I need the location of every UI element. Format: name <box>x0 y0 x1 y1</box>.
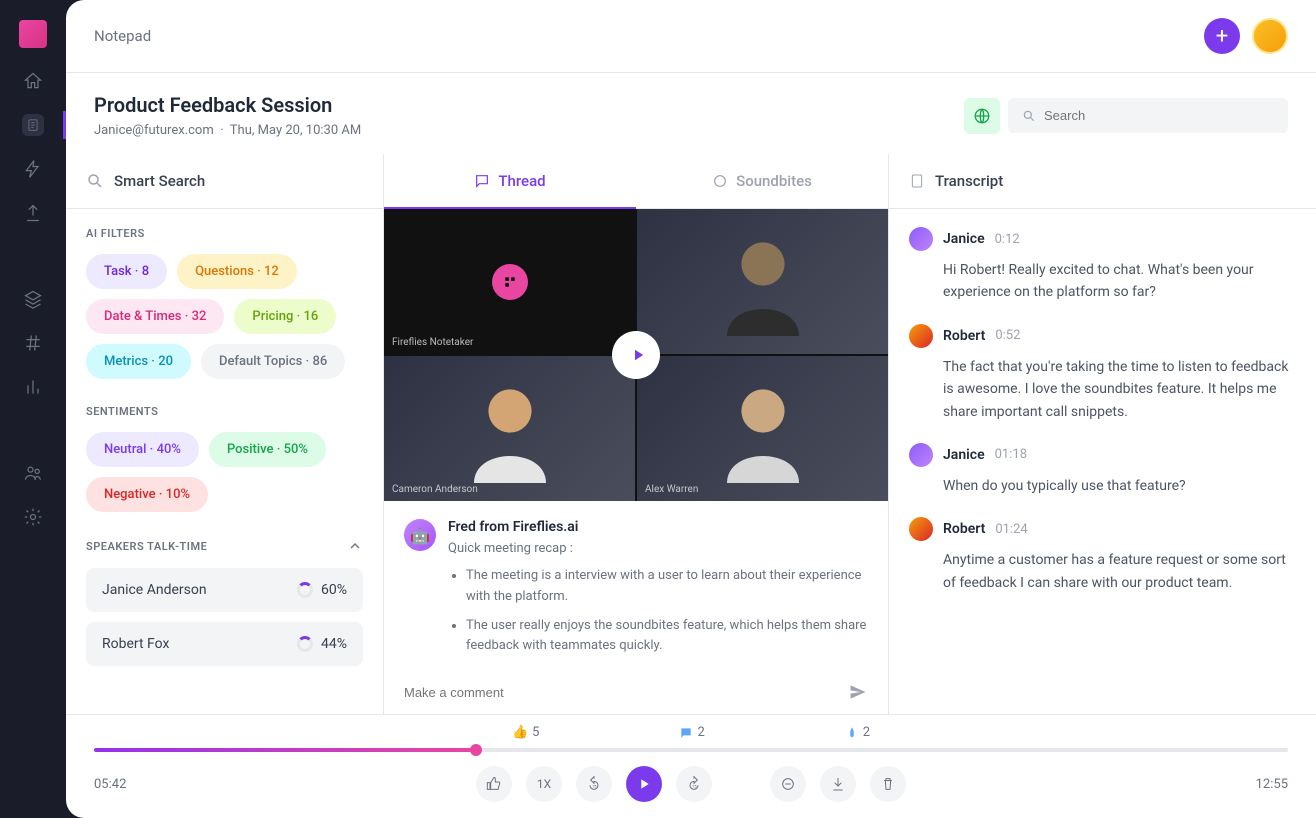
recap-point: The user really enjoys the soundbites fe… <box>466 616 868 658</box>
tab-soundbites[interactable]: Soundbites <box>636 154 888 208</box>
notes-icon[interactable] <box>22 114 44 136</box>
meeting-title: Product Feedback Session <box>94 93 361 117</box>
bolt-icon[interactable] <box>22 158 44 180</box>
bot-avatar-icon: 🤖 <box>404 519 436 551</box>
analytics-icon[interactable] <box>22 376 44 398</box>
chevron-up-icon[interactable] <box>347 538 363 554</box>
fireflies-logo-icon <box>492 264 528 300</box>
gear-icon[interactable] <box>22 506 44 528</box>
filter-chip-questions[interactable]: Questions · 12 <box>177 254 297 289</box>
speakers-label: SPEAKERS TALK-TIME <box>86 540 207 553</box>
home-icon[interactable] <box>22 70 44 92</box>
sentiment-chip-positive[interactable]: Positive · 50% <box>209 432 326 467</box>
ai-filters-label: AI FILTERS <box>86 227 363 240</box>
filter-chip-pricing[interactable]: Pricing · 16 <box>234 299 336 334</box>
speed-button[interactable]: 1X <box>526 766 562 802</box>
transcript-header: Transcript <box>889 154 1316 209</box>
user-avatar[interactable] <box>1252 18 1288 54</box>
sentiments-label: SENTIMENTS <box>86 405 363 418</box>
topbar: Notepad + <box>66 0 1316 73</box>
sentiment-chip-neutral[interactable]: Neutral · 40% <box>86 432 199 467</box>
transcript-entry: Janice0:12Hi Robert! Really excited to c… <box>909 227 1296 304</box>
chat-icon <box>474 173 490 189</box>
people-icon[interactable] <box>22 462 44 484</box>
filter-chip-default-topics[interactable]: Default Topics · 86 <box>201 344 345 379</box>
globe-icon[interactable] <box>964 98 1000 134</box>
transcript-entry: Robert0:52The fact that you're taking th… <box>909 324 1296 423</box>
layers-icon[interactable] <box>22 288 44 310</box>
document-icon <box>909 173 925 189</box>
bot-name: Fred from Fireflies.ai <box>448 519 868 535</box>
soundbites-icon <box>712 173 728 189</box>
pins-stat[interactable]: 2 <box>845 725 870 740</box>
search-input[interactable] <box>1008 98 1288 133</box>
filter-chip-metrics[interactable]: Metrics · 20 <box>86 344 191 379</box>
send-icon[interactable] <box>848 682 868 702</box>
transcript-entry: Janice01:18When do you typically use tha… <box>909 443 1296 497</box>
thumbs-up-button[interactable] <box>476 766 512 802</box>
speaker-avatar <box>909 517 933 541</box>
filter-chip-date-times[interactable]: Date & Times · 32 <box>86 299 224 334</box>
speaker-avatar <box>909 324 933 348</box>
likes-stat[interactable]: 👍 5 <box>512 725 540 740</box>
speaker-avatar <box>909 227 933 251</box>
meeting-meta: Janice@futurex.com · Thu, May 20, 10:30 … <box>94 123 361 138</box>
delete-button[interactable] <box>870 766 906 802</box>
search-icon <box>86 172 104 190</box>
player-bar: 👍 5 2 2 05:42 1X 15 15 <box>66 714 1316 818</box>
app-logo <box>19 20 47 48</box>
progress-slider[interactable] <box>94 748 1288 752</box>
current-time: 05:42 <box>94 777 126 792</box>
forward-15-button[interactable]: 15 <box>676 766 712 802</box>
recap-point: The meeting is a interview with a user t… <box>466 566 868 608</box>
download-button[interactable] <box>820 766 856 802</box>
filter-chip-task[interactable]: Task · 8 <box>86 254 167 289</box>
sentiment-chip-negative[interactable]: Negative · 10% <box>86 477 208 512</box>
speaker-row[interactable]: Janice Anderson60% <box>86 568 363 612</box>
play-button[interactable] <box>626 766 662 802</box>
bot-subtitle: Quick meeting recap : <box>448 541 868 556</box>
speaker-row[interactable]: Robert Fox44% <box>86 622 363 666</box>
rewind-15-button[interactable]: 15 <box>576 766 612 802</box>
mute-button[interactable] <box>770 766 806 802</box>
search-icon <box>1022 109 1036 123</box>
transcript-entry: Robert01:24Anytime a customer has a feat… <box>909 517 1296 594</box>
video-player[interactable]: Fireflies Notetaker Cameron Anderson Ale… <box>384 209 888 501</box>
sidebar-nav <box>0 0 66 818</box>
svg-text:15: 15 <box>692 783 697 788</box>
play-overlay-button[interactable] <box>612 331 660 379</box>
upload-icon[interactable] <box>22 202 44 224</box>
hashtag-icon[interactable] <box>22 332 44 354</box>
app-title: Notepad <box>94 27 151 45</box>
svg-text:15: 15 <box>592 783 597 788</box>
total-time: 12:55 <box>1256 777 1288 792</box>
comment-input[interactable] <box>384 670 888 714</box>
add-button[interactable]: + <box>1204 18 1240 54</box>
tab-thread[interactable]: Thread <box>384 154 636 208</box>
comments-stat[interactable]: 2 <box>679 725 704 740</box>
speaker-avatar <box>909 443 933 467</box>
smart-search[interactable]: Smart Search <box>66 154 383 209</box>
